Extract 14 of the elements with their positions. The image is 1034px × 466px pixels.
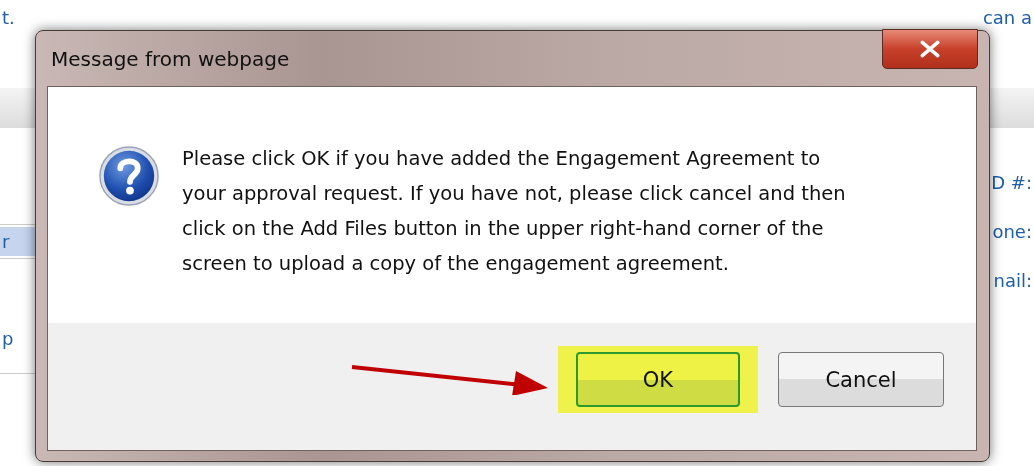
ok-button[interactable]: OK: [576, 352, 740, 407]
field-label: D #:: [990, 172, 1033, 193]
close-button[interactable]: [882, 29, 978, 69]
question-icon: [98, 145, 160, 207]
row-label[interactable]: r: [0, 227, 36, 256]
field-label: one:: [991, 221, 1033, 242]
notice-text: can a: [982, 8, 1032, 30]
row-label[interactable]: p: [0, 323, 36, 353]
notice-text: t.: [2, 8, 15, 30]
cancel-button[interactable]: Cancel: [778, 352, 944, 407]
dialog-title: Message from webpage: [50, 46, 290, 71]
field-label: nail:: [992, 270, 1033, 291]
dialog-message: Please click OK if you have added the Engagement Agreement to your approval request. If you have not, please click cancel and then click on the Add Files button in the upper right-hand corner of the screen to upload a copy of the engagement agreement.: [182, 146, 847, 277]
close-icon: [919, 40, 941, 58]
